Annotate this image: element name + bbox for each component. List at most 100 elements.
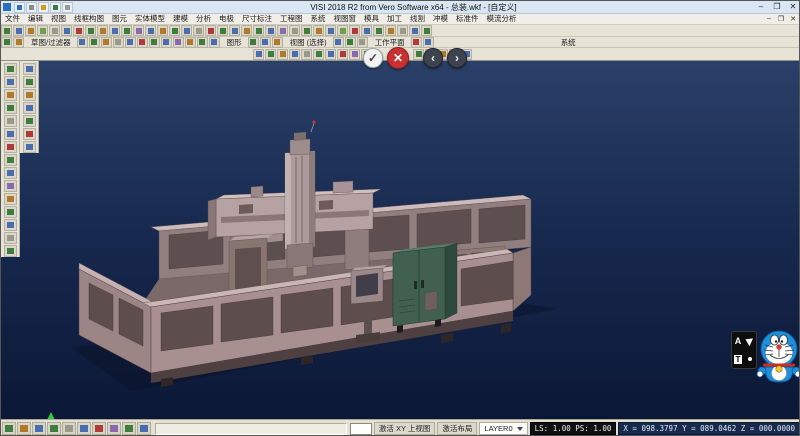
toolbar-icon[interactable]	[248, 37, 259, 48]
toolbar-icon[interactable]	[313, 49, 324, 60]
toolbar-icon[interactable]	[301, 49, 312, 60]
sidebar-tool-icon[interactable]	[4, 128, 17, 140]
toolbar-icon[interactable]	[1, 37, 12, 48]
snap-toggle-icon[interactable]	[137, 422, 151, 435]
toolbar-icon[interactable]	[423, 37, 434, 48]
confirm-button[interactable]: ✓	[363, 48, 383, 68]
child-minimize-button[interactable]: –	[763, 15, 775, 23]
sidebar-tool-icon[interactable]	[4, 180, 17, 192]
toolbar-icon[interactable]	[137, 37, 148, 48]
sidebar-tool-icon[interactable]	[23, 63, 36, 75]
toolbar-icon[interactable]	[277, 25, 288, 36]
toolbar-icon[interactable]	[161, 37, 172, 48]
sidebar-tool-icon[interactable]	[4, 206, 17, 218]
toolbar-icon[interactable]	[357, 37, 368, 48]
cancel-button[interactable]: ✕	[387, 47, 409, 69]
sidebar-tool-icon[interactable]	[4, 167, 17, 179]
sidebar-tool-icon[interactable]	[23, 76, 36, 88]
toolbar-icon[interactable]	[209, 37, 220, 48]
toolbar-icon[interactable]	[289, 49, 300, 60]
toolbar-icon[interactable]	[157, 25, 168, 36]
toolbar-icon[interactable]	[313, 25, 324, 36]
toolbar-icon[interactable]	[411, 37, 422, 48]
toolbar-icon[interactable]	[253, 49, 264, 60]
cad-model-machine[interactable]	[1, 61, 800, 419]
child-restore-button[interactable]: ❐	[775, 15, 787, 23]
toolbar-icon[interactable]	[397, 25, 408, 36]
menu-item[interactable]: 系统	[307, 14, 330, 24]
toolbar-icon[interactable]	[229, 25, 240, 36]
previous-button[interactable]: ‹	[423, 48, 443, 68]
toolbar-icon[interactable]	[193, 25, 204, 36]
toolbar-icon[interactable]	[265, 49, 276, 60]
toolbar-icon[interactable]	[89, 37, 100, 48]
menu-item[interactable]: 模具	[360, 14, 383, 24]
viewport-canvas[interactable]: 智造资料网	[1, 61, 800, 419]
toolbar-icon[interactable]	[101, 37, 112, 48]
toolbar-icon[interactable]	[113, 37, 124, 48]
toolbar-icon[interactable]	[133, 25, 144, 36]
toolbar-icon[interactable]	[13, 37, 24, 48]
menu-item[interactable]: 图元	[108, 14, 131, 24]
toolbar-icon[interactable]	[1, 25, 12, 36]
toolbar-icon[interactable]	[13, 25, 24, 36]
toolbar-icon[interactable]	[125, 37, 136, 48]
toolbar-icon[interactable]	[409, 25, 420, 36]
toolbar-icon[interactable]	[337, 25, 348, 36]
toolbar-icon[interactable]	[325, 49, 336, 60]
sidebar-tool-icon[interactable]	[4, 102, 17, 114]
snap-toggle-icon[interactable]	[17, 422, 31, 435]
sidebar-tool-icon[interactable]	[23, 115, 36, 127]
sidebar-tool-icon[interactable]	[4, 193, 17, 205]
toolbar-icon[interactable]	[333, 37, 344, 48]
menu-item[interactable]: 模流分析	[483, 14, 521, 24]
toolbar-icon[interactable]	[49, 25, 60, 36]
toolbar-icon[interactable]	[265, 25, 276, 36]
toolbar-icon[interactable]	[241, 25, 252, 36]
toolbar-icon[interactable]	[421, 25, 432, 36]
minimize-button[interactable]: –	[753, 1, 769, 13]
tool-a-button[interactable]: A	[735, 336, 742, 346]
quick-access-icon[interactable]	[14, 2, 25, 13]
toolbar-icon[interactable]	[77, 37, 88, 48]
quick-access-icon[interactable]	[38, 2, 49, 13]
menu-item[interactable]: 文件	[1, 14, 24, 24]
next-button[interactable]: ›	[447, 48, 467, 68]
toolbar-icon[interactable]	[185, 37, 196, 48]
sidebar-tool-icon[interactable]	[4, 154, 17, 166]
sidebar-tool-icon[interactable]	[4, 219, 17, 231]
sidebar-tool-icon[interactable]	[4, 141, 17, 153]
toolbar-icon[interactable]	[349, 49, 360, 60]
toolbar-icon[interactable]	[277, 49, 288, 60]
snap-toggle-icon[interactable]	[2, 422, 16, 435]
toolbar-icon[interactable]	[253, 25, 264, 36]
menu-item[interactable]: 线框构图	[70, 14, 108, 24]
toolbar-icon[interactable]	[337, 49, 348, 60]
snap-toggle-icon[interactable]	[77, 422, 91, 435]
toolbar-icon[interactable]	[169, 25, 180, 36]
sidebar-tool-icon[interactable]	[4, 245, 17, 257]
toolbar-icon[interactable]	[173, 37, 184, 48]
menu-item[interactable]: 加工	[383, 14, 406, 24]
sidebar-tool-icon[interactable]	[4, 63, 17, 75]
sidebar-tool-icon[interactable]	[23, 128, 36, 140]
menu-item[interactable]: 视图窗	[330, 14, 361, 24]
snap-toggle-icon[interactable]	[92, 422, 106, 435]
toolbar-icon[interactable]	[61, 25, 72, 36]
sidebar-tool-icon[interactable]	[23, 141, 36, 153]
snap-toggle-icon[interactable]	[107, 422, 121, 435]
toolbar-icon[interactable]	[109, 25, 120, 36]
toolbar-icon[interactable]	[349, 25, 360, 36]
toolbar-icon[interactable]	[197, 37, 208, 48]
sidebar-tool-icon[interactable]	[4, 115, 17, 127]
toolbar-icon[interactable]	[97, 25, 108, 36]
child-close-button[interactable]: ✕	[787, 15, 799, 23]
toolbar-icon[interactable]	[260, 37, 271, 48]
toolbar-icon[interactable]	[25, 25, 36, 36]
coordinate-input[interactable]	[350, 423, 372, 435]
menu-item[interactable]: 视图	[47, 14, 70, 24]
toolbar-icon[interactable]	[145, 25, 156, 36]
menu-item[interactable]: 实体模型	[131, 14, 169, 24]
sidebar-tool-icon[interactable]	[23, 102, 36, 114]
toolbar-icon[interactable]	[272, 37, 283, 48]
